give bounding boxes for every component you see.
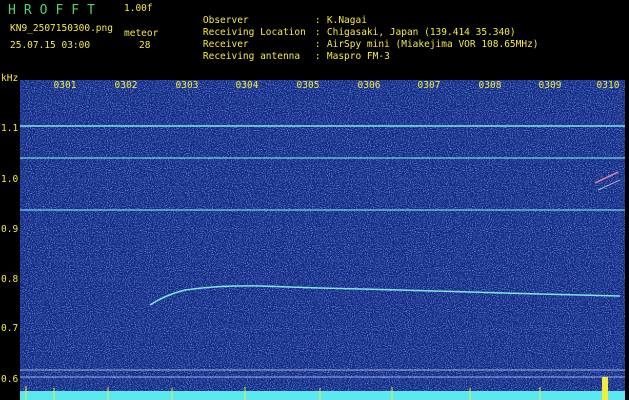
info-key: Receiving antenna [202, 51, 301, 62]
x-tick: 0309 [538, 80, 562, 91]
spectrogram-graphic [20, 80, 625, 400]
app-logo: HROFFT [8, 3, 103, 18]
info-antenna: Receiving antenna: Maspro FM-3 [180, 39, 390, 75]
y-tick: 0.8 [1, 274, 19, 285]
x-tick: 0305 [296, 80, 320, 91]
spectrogram-noise [20, 80, 625, 400]
x-tick: 0301 [53, 80, 77, 91]
x-tick: 0304 [235, 80, 259, 91]
info-separator: : [314, 51, 321, 62]
x-tick: 0306 [357, 80, 381, 91]
x-tick: 0302 [114, 80, 138, 91]
capture-datetime: 25.07.15 03:00 [10, 40, 91, 51]
y-tick: 1.0 [1, 174, 19, 185]
version-label: 1.00f [124, 3, 153, 14]
x-tick: 0303 [175, 80, 199, 91]
level-bar [20, 391, 625, 400]
level-peak [602, 377, 608, 400]
file-name: KN9_2507150300.png [10, 23, 113, 34]
y-tick: 0.9 [1, 224, 19, 235]
y-axis-unit: kHz [1, 73, 19, 84]
meteor-count: 28 [139, 40, 151, 51]
y-tick: 1.1 [1, 123, 19, 134]
x-tick: 0310 [596, 80, 620, 91]
x-tick: 0307 [417, 80, 441, 91]
meteor-label: meteor [124, 28, 159, 39]
y-tick: 0.6 [1, 374, 19, 385]
info-value: Maspro FM-3 [326, 51, 390, 62]
y-tick: 0.7 [1, 323, 19, 334]
spectrogram [20, 80, 625, 400]
hrofft-window: HROFFT 1.00f KN9_2507150300.png meteor 2… [0, 0, 629, 400]
x-tick: 0308 [478, 80, 502, 91]
